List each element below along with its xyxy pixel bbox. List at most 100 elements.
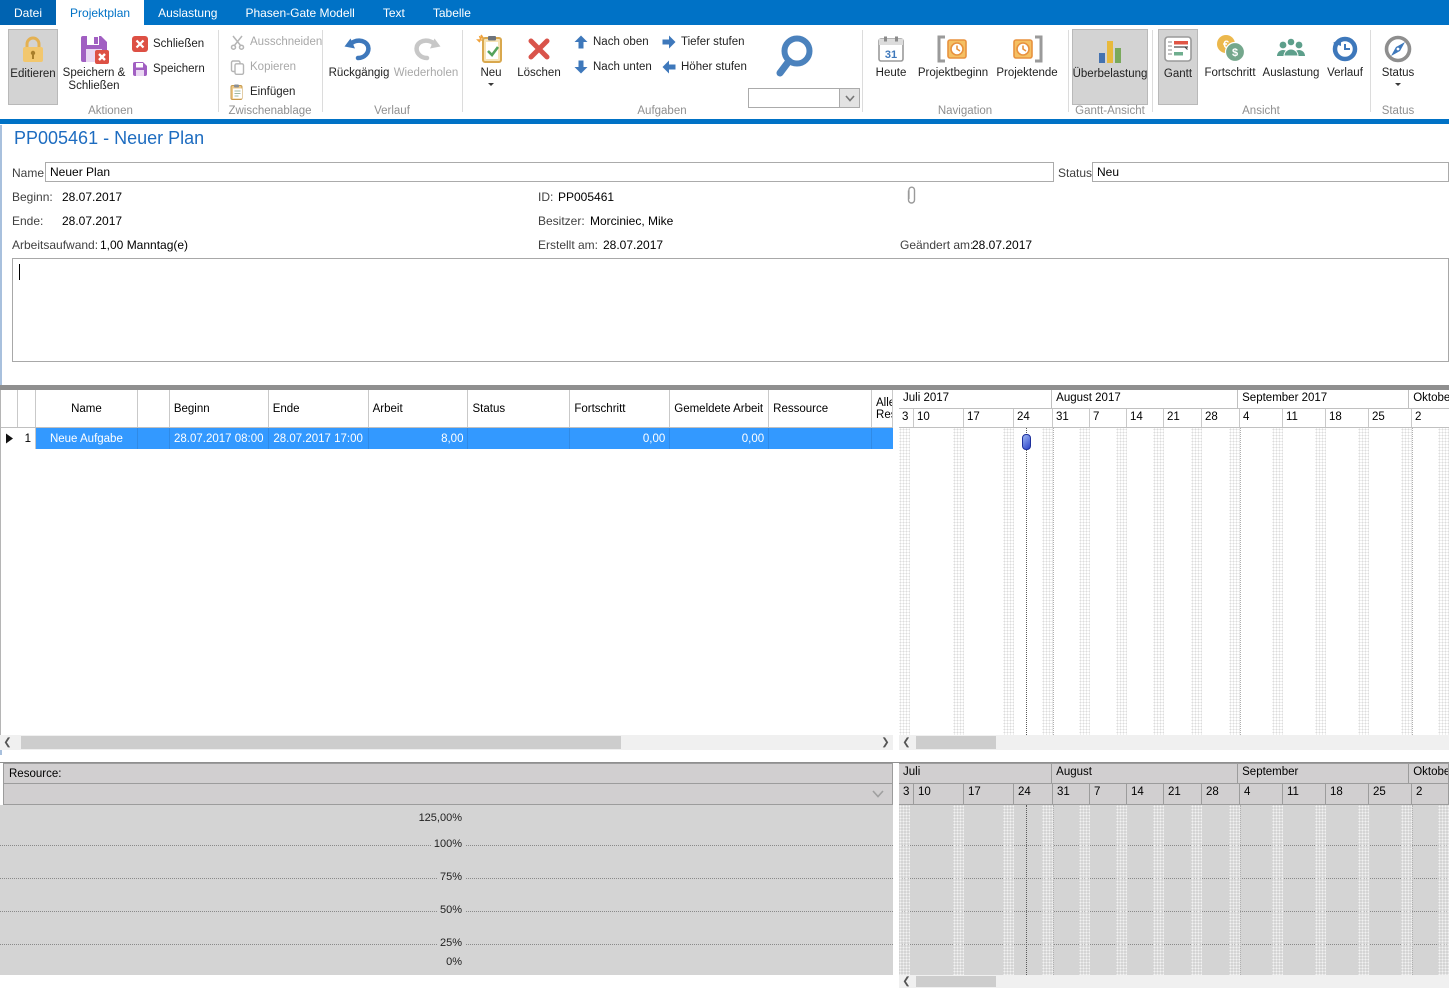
verlauf-view-label: Verlauf: [1327, 67, 1363, 80]
tab-tabelle[interactable]: Tabelle: [419, 0, 485, 25]
neu-button[interactable]: Neu: [470, 29, 512, 105]
cell-status[interactable]: [468, 428, 570, 449]
cell-ressource[interactable]: [769, 428, 872, 449]
gantt-hscrollbar-thumb[interactable]: [916, 736, 996, 749]
weekend-band: [1003, 428, 1014, 735]
paperclip-icon[interactable]: [905, 186, 917, 206]
verlauf-view-button[interactable]: Verlauf: [1322, 29, 1368, 105]
column-header-beginn[interactable]: Beginn: [170, 390, 269, 427]
projektbeginn-button[interactable]: Projektbeginn: [916, 29, 990, 105]
cell-name[interactable]: Neue Aufgabe: [36, 428, 138, 449]
month-boundary-line: [1412, 428, 1413, 735]
grid-hscrollbar[interactable]: ❮ ❯: [0, 735, 893, 750]
heute-label: Heute: [876, 67, 907, 80]
hoeher-stufen-button[interactable]: Höher stufen: [662, 60, 747, 74]
gantt-month: September 2017: [1238, 390, 1409, 408]
arrow-down-icon: [574, 60, 588, 74]
copy-icon: [230, 60, 245, 75]
projektplan-window: Datei Projektplan Auslastung Phasen-Gate…: [0, 0, 1449, 988]
cell-ende[interactable]: 28.07.2017 17:00: [269, 428, 369, 449]
schliessen-button[interactable]: Schließen: [132, 33, 204, 55]
task-row-selected[interactable]: 1 Neue Aufgabe 28.07.2017 08:00 28.07.20…: [1, 428, 893, 449]
scroll-left-arrow[interactable]: ❮: [899, 735, 914, 750]
speichern-schliessen-label: Speichern & Schließen: [61, 67, 127, 93]
column-header-ende[interactable]: Ende: [269, 390, 369, 427]
column-header-arbeit[interactable]: Arbeit: [369, 390, 469, 427]
cell-alle-ressourcen[interactable]: [872, 428, 893, 449]
tab-auslastung[interactable]: Auslastung: [144, 0, 231, 25]
wiederholen-button[interactable]: Wiederholen: [392, 29, 460, 105]
editieren-button[interactable]: Editieren: [8, 29, 58, 105]
ausschneiden-button[interactable]: Ausschneiden: [230, 31, 322, 53]
column-header-blank[interactable]: [138, 390, 170, 427]
auslastung-button[interactable]: Auslastung: [1262, 29, 1320, 105]
ribbon-separator: [1370, 30, 1371, 112]
beginn-value: 28.07.2017: [62, 190, 122, 204]
yaxis-label-125: 125,00%: [416, 812, 465, 824]
delete-icon: [525, 31, 553, 67]
projektende-button[interactable]: Projektende: [992, 29, 1062, 105]
tab-datei[interactable]: Datei: [0, 0, 56, 25]
cell-beginn[interactable]: 28.07.2017 08:00: [170, 428, 269, 449]
fortschritt-button[interactable]: €$ Fortschritt: [1200, 29, 1260, 105]
column-header-gemeldete-arbeit[interactable]: Gemeldete Arbeit: [670, 390, 769, 427]
name-input[interactable]: [45, 162, 1054, 182]
cell-arbeit[interactable]: 8,00: [369, 428, 469, 449]
gantt-week: 2: [1412, 409, 1449, 427]
cell-gemeldete-arbeit[interactable]: 0,00: [670, 428, 769, 449]
einfuegen-button[interactable]: Einfügen: [230, 81, 295, 103]
rueckgaengig-button[interactable]: Rückgängig: [328, 29, 390, 105]
tab-phasen-gate-modell[interactable]: Phasen-Gate Modell: [231, 0, 368, 25]
grid-hscrollbar-thumb[interactable]: [21, 736, 621, 749]
pane-splitter[interactable]: [893, 390, 899, 735]
weekend-band: [1272, 428, 1283, 735]
wiederholen-label: Wiederholen: [394, 67, 459, 80]
group-label-status: Status: [1370, 105, 1426, 119]
month-boundary-line: [1240, 805, 1241, 975]
scroll-left-arrow[interactable]: ❮: [899, 974, 914, 988]
weekend-band: [1358, 805, 1369, 975]
tiefer-stufen-button[interactable]: Tiefer stufen: [662, 35, 745, 49]
gantt-view-button[interactable]: Gantt: [1158, 29, 1198, 105]
pane-splitter[interactable]: [893, 763, 899, 975]
ende-label: Ende:: [12, 214, 43, 228]
scroll-right-arrow[interactable]: ❯: [878, 735, 893, 750]
task-milestone-bar[interactable]: [1022, 434, 1031, 450]
cell-blank[interactable]: [138, 428, 170, 449]
kopieren-button[interactable]: Kopieren: [230, 56, 296, 78]
resource-month: Juli: [899, 763, 1052, 784]
description-textarea[interactable]: [12, 258, 1449, 362]
chevron-down-icon[interactable]: [872, 790, 884, 798]
gantt-month: Juli 2017: [899, 390, 1052, 408]
nach-unten-button[interactable]: Nach unten: [574, 60, 652, 74]
status-button[interactable]: Status: [1374, 29, 1422, 105]
gantt-hscrollbar[interactable]: ❮: [899, 735, 1449, 750]
nach-oben-button[interactable]: Nach oben: [574, 35, 649, 49]
column-header-alle-ressourcen[interactable]: Alle Ressourcen: [872, 390, 893, 427]
resource-chart-timeline: [899, 805, 1449, 975]
loeschen-button[interactable]: Löschen: [514, 29, 564, 105]
search-icon[interactable]: [776, 33, 824, 83]
column-header-ressource[interactable]: Ressource: [769, 390, 872, 427]
status-input[interactable]: [1092, 162, 1449, 182]
speichern-schliessen-button[interactable]: Speichern & Schließen: [61, 29, 127, 105]
id-value: PP005461: [558, 190, 614, 204]
weekend-band: [1438, 805, 1449, 975]
heute-button[interactable]: 31 Heute: [868, 29, 914, 105]
status-button-label: Status: [1382, 67, 1415, 80]
column-header-status[interactable]: Status: [468, 390, 570, 427]
group-label-ansicht: Ansicht: [1152, 105, 1370, 119]
tab-text[interactable]: Text: [369, 0, 419, 25]
column-header-name[interactable]: Name: [36, 390, 138, 427]
ribbon-separator: [322, 30, 323, 112]
ueberbelastung-button[interactable]: Überbelastung: [1072, 29, 1148, 105]
resource-hscrollbar[interactable]: ❮: [899, 975, 1449, 988]
resource-month: August: [1052, 763, 1238, 784]
cell-fortschritt[interactable]: 0,00: [570, 428, 670, 449]
weekend-band: [1003, 805, 1014, 975]
scroll-left-arrow[interactable]: ❮: [0, 735, 15, 750]
column-header-fortschritt[interactable]: Fortschritt: [570, 390, 670, 427]
resource-hscrollbar-thumb[interactable]: [916, 976, 996, 987]
speichern-button[interactable]: Speichern: [132, 58, 205, 80]
tab-projektplan[interactable]: Projektplan: [56, 0, 144, 25]
